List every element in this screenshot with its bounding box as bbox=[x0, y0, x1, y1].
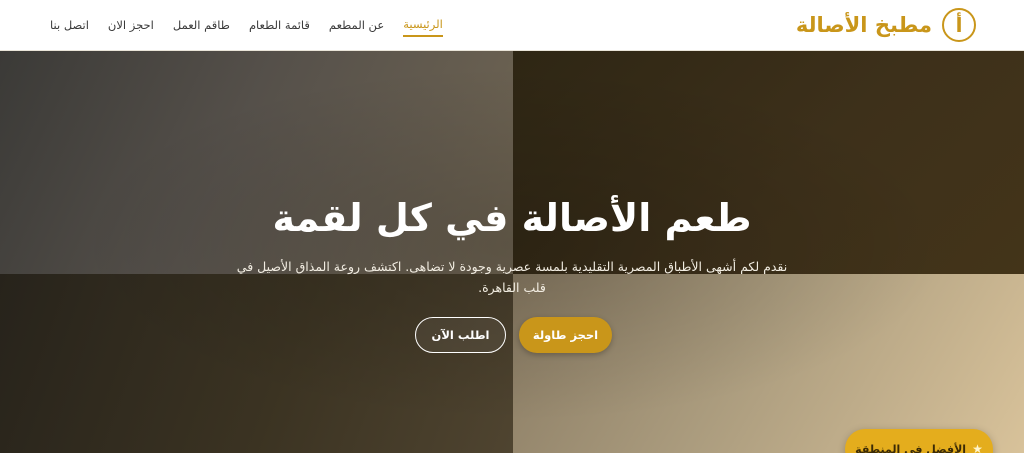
brand[interactable]: أ مطبخ الأصالة bbox=[796, 8, 976, 42]
hero-content: طعم الأصالة في كل لقمة نقدم لكم أشهى الأ… bbox=[0, 51, 1024, 453]
main-nav: الرئيسية عن المطعم قائمة الطعام طاقم الع… bbox=[50, 13, 443, 37]
order-now-button[interactable]: اطلب الآن bbox=[415, 317, 506, 353]
brand-name: مطبخ الأصالة bbox=[795, 13, 932, 37]
nav-item-menu[interactable]: قائمة الطعام bbox=[249, 14, 310, 36]
nav-item-book[interactable]: احجز الان bbox=[108, 14, 154, 36]
nav-item-about[interactable]: عن المطعم bbox=[329, 14, 384, 36]
nav-item-contact[interactable]: اتصل بنا bbox=[50, 14, 89, 36]
hero-section: طعم الأصالة في كل لقمة نقدم لكم أشهى الأ… bbox=[0, 51, 1024, 453]
star-icon: ★ bbox=[972, 442, 983, 453]
best-in-area-badge: ★ الأفضل في المنطقة bbox=[845, 429, 993, 453]
site-header: أ مطبخ الأصالة الرئيسية عن المطعم قائمة … bbox=[0, 0, 1024, 51]
book-table-button[interactable]: احجز طاولة bbox=[519, 317, 612, 353]
hero-title: طعم الأصالة في كل لقمة bbox=[272, 196, 752, 240]
logo-icon: أ bbox=[942, 8, 976, 42]
badge-label: الأفضل في المنطقة bbox=[855, 442, 967, 453]
nav-item-home[interactable]: الرئيسية bbox=[403, 13, 443, 37]
nav-item-team[interactable]: طاقم العمل bbox=[173, 14, 230, 36]
hero-subtitle: نقدم لكم أشهى الأطباق المصرية التقليدية … bbox=[236, 259, 788, 295]
